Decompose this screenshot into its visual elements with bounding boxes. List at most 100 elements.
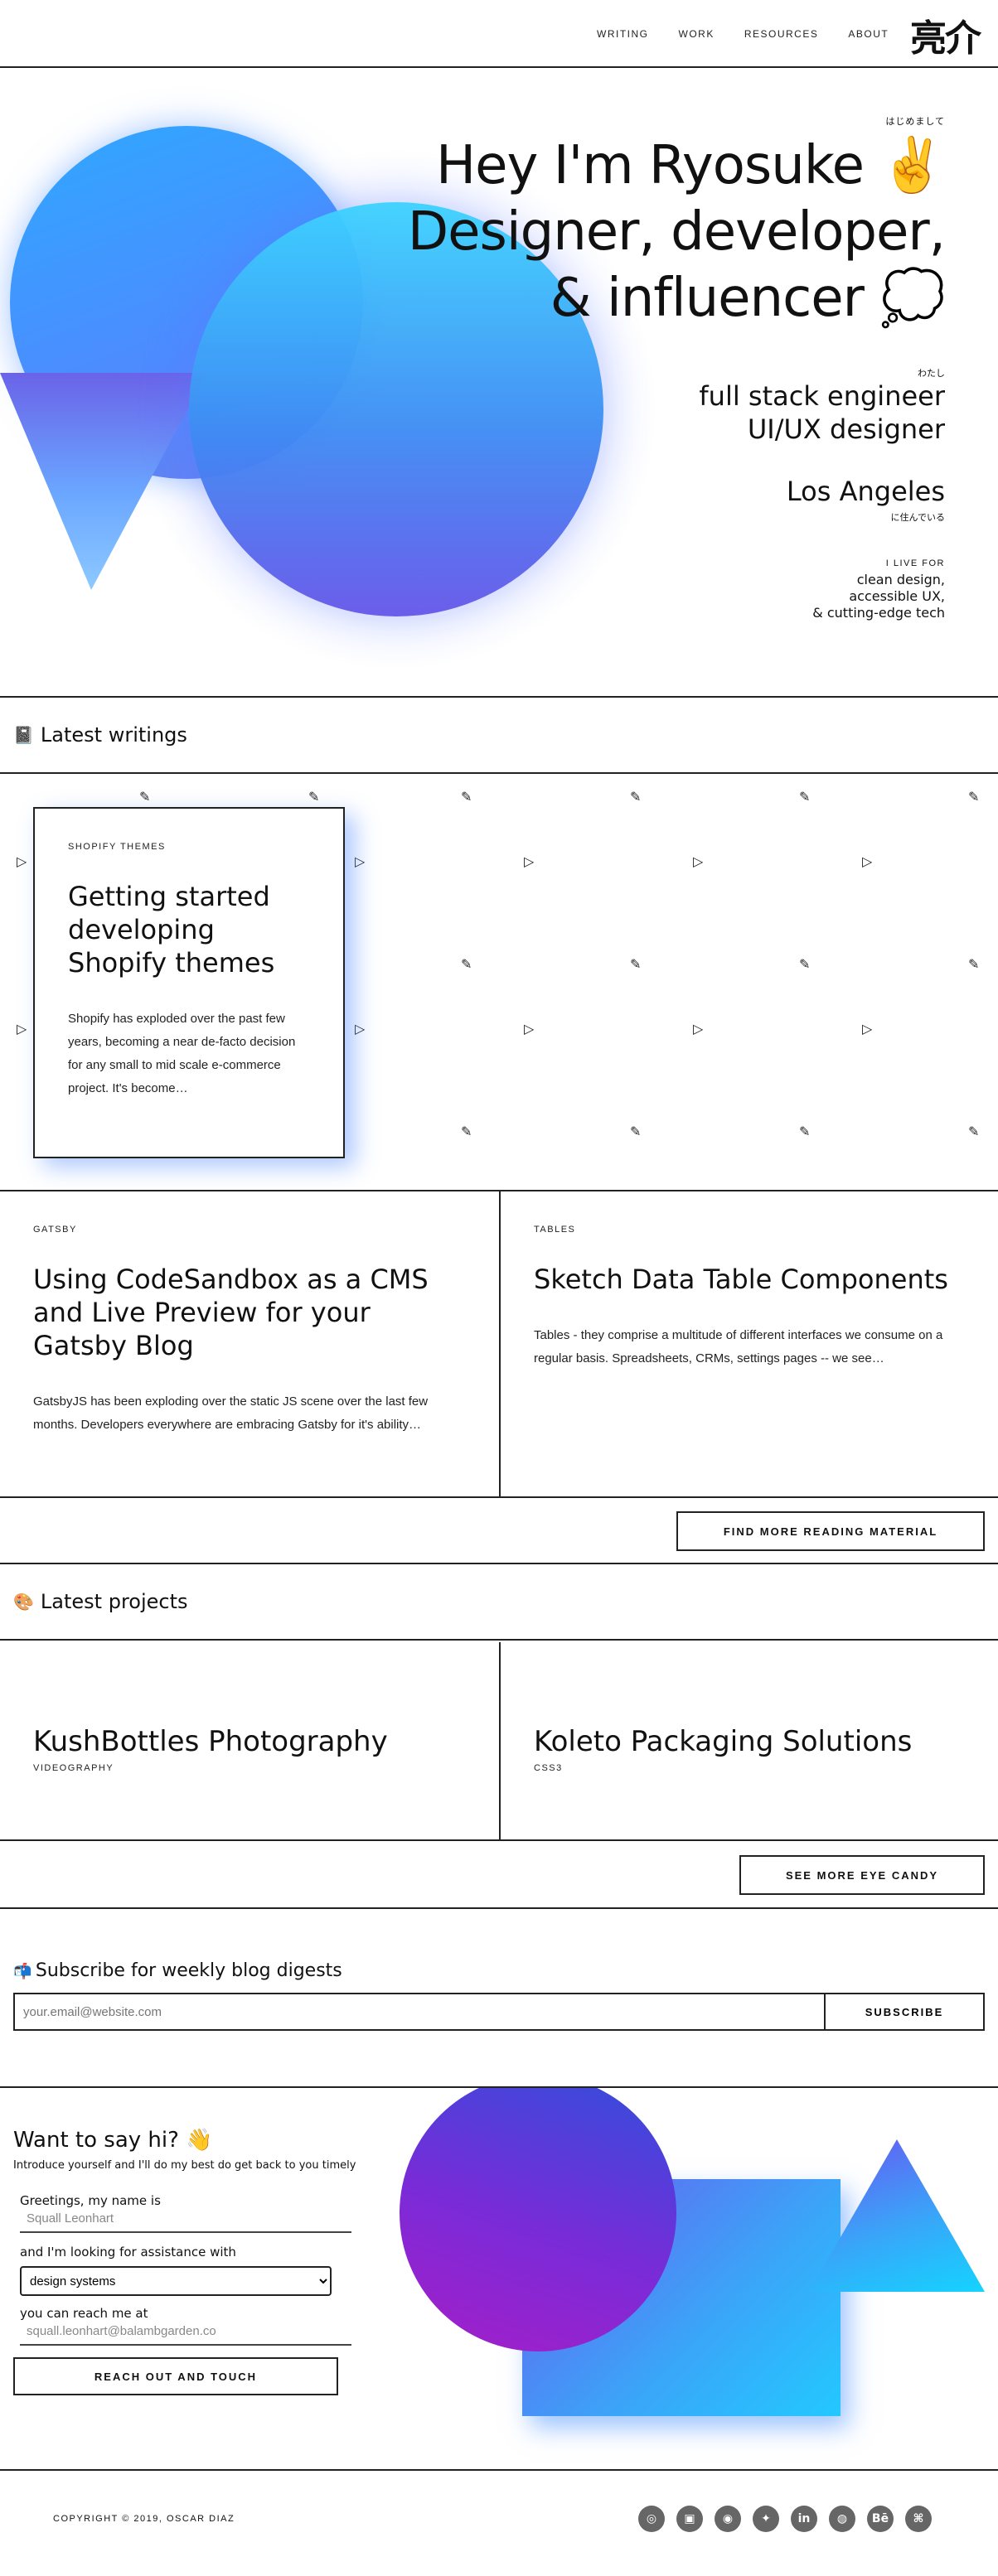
- post-title[interactable]: Sketch Data Table Components: [534, 1263, 965, 1296]
- triangle-icon: ▷: [524, 853, 535, 869]
- linkedin-icon[interactable]: in: [791, 2506, 817, 2532]
- site-logo[interactable]: 亮介: [910, 8, 981, 61]
- find-more-reading-button[interactable]: FIND MORE READING MATERIAL: [676, 1511, 985, 1551]
- hero-watashi-jp: わたし: [918, 368, 945, 379]
- palette-icon: 🎨: [13, 1592, 34, 1612]
- projects-section-header: 🎨 Latest projects: [0, 1563, 998, 1641]
- live-for-item: accessible UX,: [849, 588, 945, 604]
- subscribe-button[interactable]: SUBSCRIBE: [826, 1994, 983, 2029]
- subscribe-form: SUBSCRIBE: [13, 1993, 985, 2031]
- pencil-icon: ✎: [799, 956, 811, 972]
- post-tag[interactable]: TABLES: [534, 1225, 965, 1235]
- hero-i-live-for: I LIVE FOR: [885, 558, 945, 568]
- nav-work-link[interactable]: WORK: [679, 28, 715, 40]
- github-icon[interactable]: ⌘: [905, 2506, 932, 2532]
- main-nav: WRITING WORK RESOURCES ABOUT: [597, 28, 918, 40]
- projects-row: KushBottles Photography VIDEOGRAPHY Kole…: [0, 1642, 998, 1841]
- triangle-icon: ▷: [862, 853, 873, 869]
- hero-title: Hey I'm Ryosuke ✌️ Designer, developer, …: [407, 133, 946, 331]
- contact-section: Want to say hi? 👋 Introduce yourself and…: [0, 2088, 998, 2471]
- hero-text: はじめまして Hey I'm Ryosuke ✌️ Designer, deve…: [407, 114, 946, 621]
- hero-title-line3: & influencer 💭: [550, 268, 946, 329]
- hero-greeting-jp: はじめまして: [885, 116, 945, 127]
- pencil-icon: ✎: [308, 789, 320, 805]
- twitch-icon[interactable]: ▣: [676, 2506, 703, 2532]
- subscribe-heading: Subscribe for weekly blog digests: [35, 1960, 342, 1981]
- codepen-icon[interactable]: ◎: [638, 2506, 665, 2532]
- nav-resources-link[interactable]: RESOURCES: [744, 28, 819, 40]
- hero-city: Los Angeles: [786, 476, 945, 507]
- assistance-label: and I'm looking for assistance with: [20, 2245, 236, 2259]
- name-field[interactable]: Squall Leonhart: [20, 2208, 351, 2233]
- pencil-icon: ✎: [461, 789, 472, 805]
- writings-section-header: 📓 Latest writings: [0, 696, 998, 774]
- hero-role-1: full stack engineer: [699, 380, 945, 412]
- project-card[interactable]: Koleto Packaging Solutions CSS3: [499, 1642, 998, 1839]
- email-input[interactable]: [15, 1994, 826, 2029]
- project-card[interactable]: KushBottles Photography VIDEOGRAPHY: [0, 1642, 499, 1839]
- reach-out-button[interactable]: REACH OUT AND TOUCH: [13, 2357, 338, 2395]
- pencil-icon: ✎: [968, 956, 980, 972]
- project-title[interactable]: Koleto Packaging Solutions: [534, 1725, 965, 1758]
- post-excerpt: Shopify has exploded over the past few y…: [68, 1012, 296, 1095]
- triangle-icon: ▷: [862, 1021, 873, 1037]
- hero-role-2: UI/UX designer: [747, 413, 945, 445]
- behance-icon[interactable]: Bē: [867, 2506, 894, 2532]
- twitter-icon[interactable]: ✦: [753, 2506, 779, 2532]
- triangle-icon: ▷: [17, 1021, 27, 1037]
- pencil-icon: ✎: [968, 789, 980, 805]
- pencil-icon: ✎: [630, 956, 642, 972]
- subscribe-heading-row: 📬 Subscribe for weekly blog digests: [13, 1960, 985, 1981]
- writings-more-row: FIND MORE READING MATERIAL: [0, 1500, 998, 1563]
- mailbox-icon: 📬: [13, 1963, 32, 1979]
- project-title[interactable]: KushBottles Photography: [33, 1725, 466, 1758]
- dribbble-icon[interactable]: ◍: [829, 2506, 855, 2532]
- pencil-icon: ✎: [630, 789, 642, 805]
- nav-writing-link[interactable]: WRITING: [597, 28, 649, 40]
- subscribe-section: 📬 Subscribe for weekly blog digests SUBS…: [0, 1907, 998, 2088]
- triangle-icon: ▷: [355, 853, 366, 869]
- project-tag: VIDEOGRAPHY: [33, 1763, 114, 1773]
- hero-title-line2: Designer, developer,: [407, 201, 946, 263]
- nav-about-link[interactable]: ABOUT: [848, 28, 889, 40]
- contact-subheading: Introduce yourself and I'll do my best d…: [13, 2159, 356, 2172]
- hero-live-for-list: clean design, accessible UX, & cutting-e…: [408, 572, 945, 621]
- post-tag[interactable]: SHOPIFY THEMES: [68, 842, 310, 852]
- triangle-icon: ▷: [355, 1021, 366, 1037]
- pencil-icon: ✎: [799, 789, 811, 805]
- live-for-item: & cutting-edge tech: [812, 605, 945, 621]
- triangle-icon: ▷: [693, 853, 704, 869]
- pencil-icon: ✎: [461, 956, 472, 972]
- assistance-select[interactable]: design systems: [20, 2266, 332, 2296]
- hero-title-line1: Hey I'm Ryosuke ✌️: [436, 135, 946, 196]
- notebook-icon: 📓: [13, 726, 34, 745]
- projects-more-row: SEE MORE EYE CANDY: [0, 1843, 998, 1907]
- featured-writing: ✎▷✎▷✎▷✎▷✎▷✎▷✎▷✎▷✎▷✎▷✎▷✎▷✎✎✎✎✎✎ SHOPIFY T…: [0, 774, 998, 1191]
- email-field[interactable]: squall.leonhart@balambgarden.co: [20, 2321, 351, 2346]
- project-tag: CSS3: [534, 1763, 563, 1773]
- live-for-item: clean design,: [856, 572, 945, 587]
- post-title[interactable]: Using CodeSandbox as a CMS and Live Prev…: [33, 1263, 466, 1362]
- pencil-icon: ✎: [968, 1124, 980, 1139]
- post-tag[interactable]: GATSBY: [33, 1225, 466, 1235]
- pencil-icon: ✎: [139, 789, 151, 805]
- post-excerpt: GatsbyJS has been exploding over the sta…: [33, 1394, 429, 1432]
- post-excerpt: Tables - they comprise a multitude of di…: [534, 1328, 943, 1365]
- hero-triangle: [0, 373, 207, 590]
- copyright: COPYRIGHT © 2019, OSCAR DIAZ: [53, 2514, 235, 2524]
- post-card[interactable]: GATSBY Using CodeSandbox as a CMS and Li…: [0, 1191, 499, 1496]
- post-card[interactable]: TABLES Sketch Data Table Components Tabl…: [499, 1191, 998, 1496]
- pencil-icon: ✎: [461, 1124, 472, 1139]
- instagram-icon[interactable]: ◉: [715, 2506, 741, 2532]
- post-title[interactable]: Getting started developing Shopify theme…: [68, 880, 310, 979]
- social-links: ◎ ▣ ◉ ✦ in ◍ Bē ⌘: [638, 2506, 943, 2532]
- reach-label: you can reach me at: [20, 2306, 148, 2321]
- projects-heading: Latest projects: [40, 1590, 188, 1613]
- triangle-icon: ▷: [17, 853, 27, 869]
- writings-heading: Latest writings: [40, 723, 187, 747]
- contact-form: Greetings, my name is Squall Leonhart an…: [13, 2193, 351, 2395]
- featured-post-card[interactable]: SHOPIFY THEMES Getting started developin…: [33, 807, 345, 1158]
- see-more-eye-candy-button[interactable]: SEE MORE EYE CANDY: [739, 1855, 985, 1895]
- writings-row: GATSBY Using CodeSandbox as a CMS and Li…: [0, 1191, 998, 1498]
- site-footer: COPYRIGHT © 2019, OSCAR DIAZ ◎ ▣ ◉ ✦ in ◍ Bē ⌘: [0, 2472, 998, 2576]
